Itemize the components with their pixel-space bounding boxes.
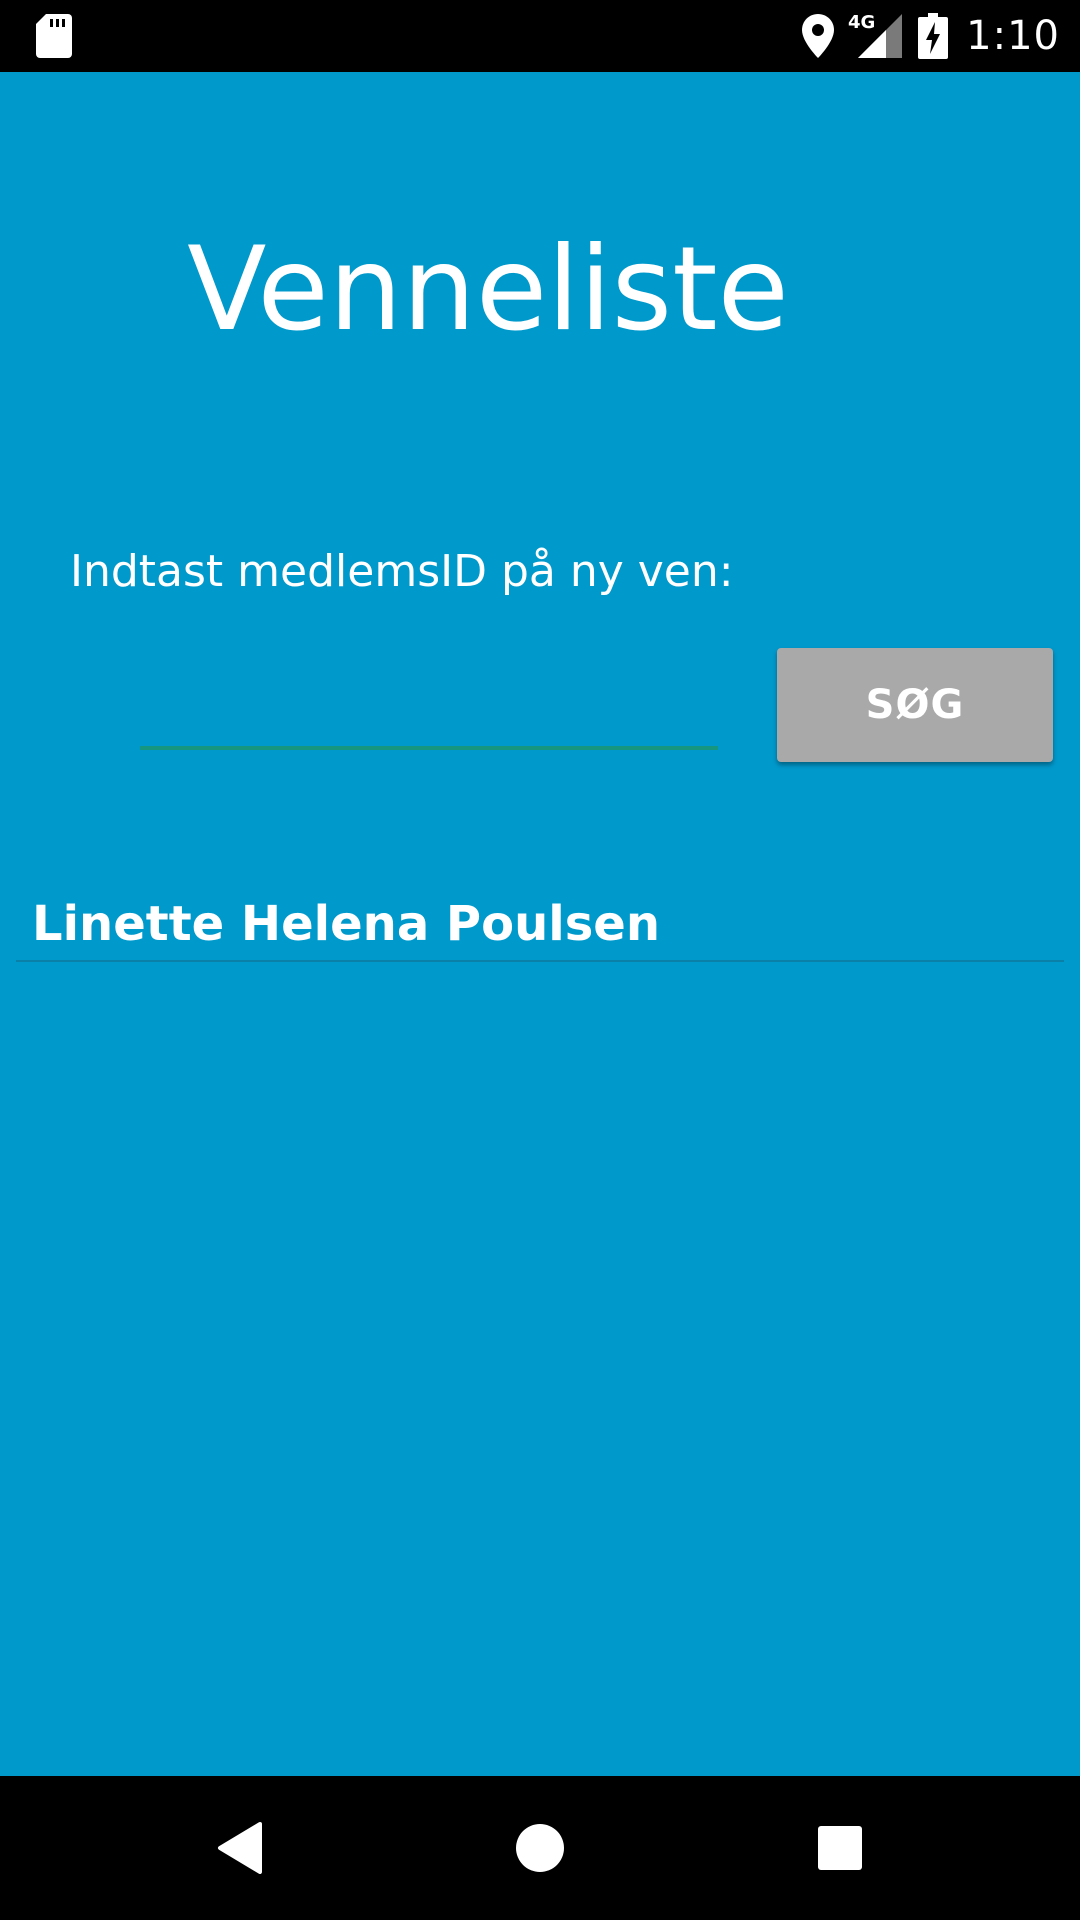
status-bar: 4G 1:10 — [0, 0, 1080, 72]
friend-list: Linette Helena Poulsen — [16, 888, 1064, 962]
search-button[interactable]: SØG — [777, 648, 1053, 762]
member-id-prompt: Indtast medlemsID på ny ven: — [70, 546, 734, 597]
navigation-bar — [0, 1776, 1080, 1920]
member-id-input[interactable] — [140, 650, 718, 750]
status-icons: 4G 1:10 — [802, 0, 1060, 72]
home-button[interactable] — [460, 1776, 620, 1920]
page-title: Venneliste — [187, 222, 789, 357]
friend-name: Linette Helena Poulsen — [32, 896, 661, 952]
recents-button[interactable] — [760, 1776, 920, 1920]
home-icon — [516, 1824, 564, 1872]
friend-list-item[interactable]: Linette Helena Poulsen — [16, 888, 1064, 962]
network-type-label: 4G — [848, 12, 875, 33]
cellular-signal-icon: 4G — [848, 12, 903, 58]
sd-card-icon — [36, 14, 72, 58]
back-button[interactable] — [160, 1776, 320, 1920]
location-icon — [802, 14, 835, 58]
battery-charging-icon — [918, 13, 949, 59]
status-clock: 1:10 — [966, 13, 1060, 59]
app-screen: 4G 1:10 Venneliste Indtast medlemsID på … — [0, 0, 1080, 1920]
recents-icon — [818, 1826, 862, 1870]
back-icon — [218, 1822, 262, 1874]
